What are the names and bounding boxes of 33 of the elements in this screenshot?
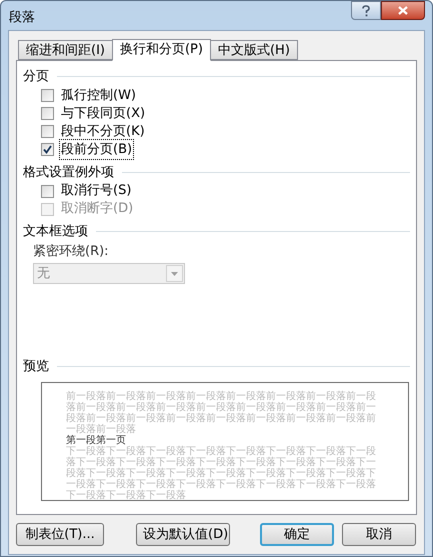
checkbox[interactable]	[41, 184, 54, 198]
section-title: 格式设置例外项	[23, 164, 114, 182]
window-title: 段落	[9, 9, 35, 27]
dialog-button[interactable]: 取消	[342, 523, 416, 546]
checkbox[interactable]	[41, 125, 54, 138]
help-icon	[362, 4, 370, 16]
dropdown-label: 紧密环绕(R):	[33, 242, 110, 260]
tab[interactable]: 换行和分页(P)	[112, 39, 211, 61]
section-title: 分页	[23, 68, 49, 86]
dialog-button[interactable]: 设为默认值(D)	[136, 523, 230, 546]
tab[interactable]: 缩进和间距(I)	[18, 40, 113, 60]
dialog-button[interactable]: 制表位(T)...	[16, 523, 104, 546]
checkbox-label: 与下段同页(X)	[60, 104, 146, 123]
caret-icon	[171, 272, 178, 276]
checkmark-icon	[43, 145, 52, 154]
checkbox[interactable]	[41, 89, 54, 102]
previous-paragraph-text: 前一段落前一段落前一段落前一段落前一段落前一段落前一段落前一段落前一段落前一段落前一段落前一段落前一段落前一段落前一段落前一段落前一段落前一段落前一段落前一段落前一段落前一段落前一段落前一段落前一段落	[66, 391, 377, 435]
checkbox-label: 段前分页(B)	[60, 140, 134, 160]
section-title: 文本框选项	[23, 223, 88, 241]
tab[interactable]: 中文版式(H)	[210, 40, 298, 60]
checkbox-label: 段中不分页(K)	[60, 122, 146, 141]
next-paragraph-text: 下一段落下一段落下一段落下一段落下一段落下一段落下一段落下一段落下一段落下一段落下一段落下一段落下一段落下一段落下一段落下一段落下一段落下一段落下一段落下一段落下一段落下一段落下一段落下一段落下一段落下一段落下一段落下一段落下一段落下一段落下一段落下一段落下一段落下一段落	[66, 446, 377, 501]
close-button[interactable]	[381, 1, 425, 20]
checkbox-label: 取消断字(D)	[60, 200, 134, 218]
help-button[interactable]	[351, 1, 381, 20]
section-title: 预览	[23, 358, 49, 376]
dialog-button[interactable]: 确定	[260, 523, 334, 546]
checkbox[interactable]	[41, 143, 54, 156]
checkbox-label: 孤行控制(W)	[60, 86, 137, 105]
close-icon	[398, 6, 408, 15]
checkbox[interactable]	[41, 107, 54, 120]
checkbox-label: 取消行号(S)	[60, 182, 132, 200]
current-paragraph-text: 第一段第一页	[66, 435, 127, 446]
